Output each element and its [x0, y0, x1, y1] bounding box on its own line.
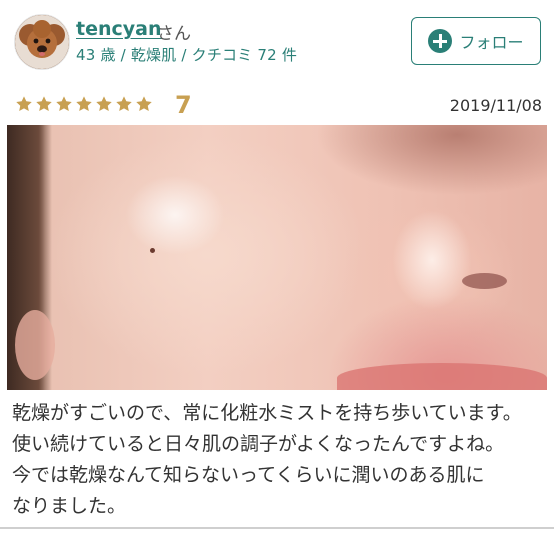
- rating-score: 7: [175, 91, 192, 119]
- review-header: tencyan さん 43 歳 / 乾燥肌 / クチコミ 72 件 フォロー: [0, 0, 554, 85]
- review-line: 今では乾燥なんて知らないってくらいに潤いのある肌に: [12, 464, 485, 486]
- rating-row: 7 2019/11/08: [15, 91, 542, 121]
- review-line: 使い続けていると日々肌の調子がよくなったんですよね。: [12, 433, 505, 455]
- photo-mole: [150, 248, 155, 253]
- user-meta: 43 歳 / 乾燥肌 / クチコミ 72 件: [76, 46, 298, 64]
- follow-button[interactable]: フォロー: [411, 17, 541, 65]
- star-icon: [135, 95, 153, 113]
- photo-lip: [337, 363, 547, 390]
- star-icon: [75, 95, 93, 113]
- star-icon: [35, 95, 53, 113]
- photo-highlight: [392, 210, 472, 310]
- skin-closeup-photo[interactable]: [7, 125, 547, 390]
- divider: [0, 527, 554, 529]
- review-line: なりました。: [12, 495, 127, 517]
- username-link[interactable]: tencyan: [76, 18, 162, 40]
- star-icon: [55, 95, 73, 113]
- photo-highlight: [125, 175, 225, 255]
- star-icon: [95, 95, 113, 113]
- user-avatar[interactable]: [14, 14, 70, 70]
- star-icon: [15, 95, 33, 113]
- rating-stars: [15, 95, 153, 113]
- photo-ear: [15, 310, 55, 380]
- review-text: 乾燥がすごいので、常に化粧水ミストを持ち歩いています。 使い続けていると日々肌の…: [12, 398, 554, 522]
- review-line: 乾燥がすごいので、常に化粧水ミストを持ち歩いています。: [12, 402, 522, 424]
- plus-circle-icon: [428, 29, 453, 53]
- photo-nostril: [462, 273, 507, 289]
- review-date: 2019/11/08: [449, 96, 542, 115]
- follow-button-label: フォロー: [459, 33, 524, 52]
- star-icon: [115, 95, 133, 113]
- username-honorific: さん: [157, 24, 191, 44]
- dog-avatar-icon: [15, 15, 69, 69]
